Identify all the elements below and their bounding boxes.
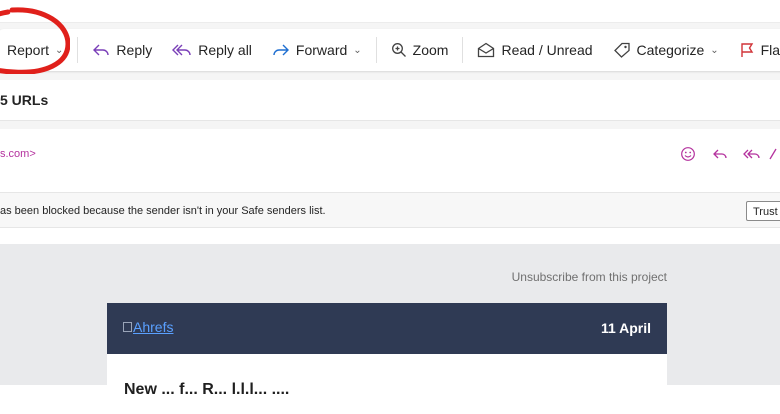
subject-bar: 5 URLs [0,80,780,121]
ahrefs-logo-link[interactable]: Ahrefs [123,319,173,335]
sender-address[interactable]: s.com> [0,148,36,160]
reply-all-icon[interactable] [736,147,768,161]
message-subject: 5 URLs [0,92,49,108]
zoom-icon [391,43,406,57]
top-band [0,0,780,23]
blocked-content-message: as been blocked because the sender isn't… [0,205,326,217]
chevron-down-icon[interactable]: ⌄ [55,45,63,56]
message-toolbar: Report ⌄ Reply Reply all Forward ⌄ Zoom … [0,29,780,71]
read-unread-label: Read / Unread [501,42,593,58]
report-label: Report [7,42,50,58]
toolbar-divider [375,37,377,63]
forward-label: Forward [295,42,348,58]
envelope-open-icon [478,42,495,58]
reply-all-button[interactable]: Reply all [162,29,262,71]
chevron-down-icon[interactable]: ⌄ [710,45,718,56]
email-banner: Ahrefs 11 April [107,303,667,354]
zoom-button[interactable]: Zoom [381,29,459,71]
reply-label: Reply [116,42,153,58]
unsubscribe-link[interactable]: Unsubscribe from this project [512,270,667,284]
toolbar-divider [462,37,464,63]
toolbar-region: Report ⌄ Reply Reply all Forward ⌄ Zoom … [0,23,780,80]
categorize-label: Categorize [636,42,705,58]
report-button[interactable]: Report ⌄ [0,29,73,71]
body-top-spacer [0,228,780,244]
message-body: Unsubscribe from this project Ahrefs 11 … [0,244,780,414]
email-headline: New ... f... R... l.l.l... .... [124,381,290,398]
emoji-reaction-icon[interactable] [672,146,704,162]
chevron-down-icon[interactable]: ⌄ [353,45,361,56]
divider-band [0,121,780,129]
tag-icon [613,42,630,58]
broken-image-icon [123,322,132,332]
flag-button[interactable]: Flag [729,29,780,71]
trust-sender-button[interactable]: Trust [746,201,780,221]
logo-alt-text: Ahrefs [133,319,174,335]
reply-button[interactable]: Reply [82,29,162,71]
flag-label: Flag [760,42,780,58]
forward-icon [273,44,289,56]
blocked-content-bar: as been blocked because the sender isn't… [0,192,780,228]
email-content: New ... f... R... l.l.l... .... [107,354,667,414]
reply-all-icon [172,44,191,56]
forward-button[interactable]: Forward ⌄ [262,29,372,71]
zoom-label: Zoom [412,42,449,58]
read-unread-button[interactable]: Read / Unread [467,29,602,71]
forward-icon[interactable] [768,147,780,161]
reply-icon [93,44,110,56]
message-actions [672,146,780,162]
flag-icon [740,43,753,57]
message-header: s.com> [0,129,780,192]
email-date: 11 April [600,320,651,336]
toolbar-divider [77,37,79,63]
categorize-button[interactable]: Categorize ⌄ [603,29,729,71]
reply-icon[interactable] [704,147,736,161]
reply-all-label: Reply all [198,42,252,58]
email-card: Ahrefs 11 April New ... f... R... l.l.l.… [107,303,667,414]
